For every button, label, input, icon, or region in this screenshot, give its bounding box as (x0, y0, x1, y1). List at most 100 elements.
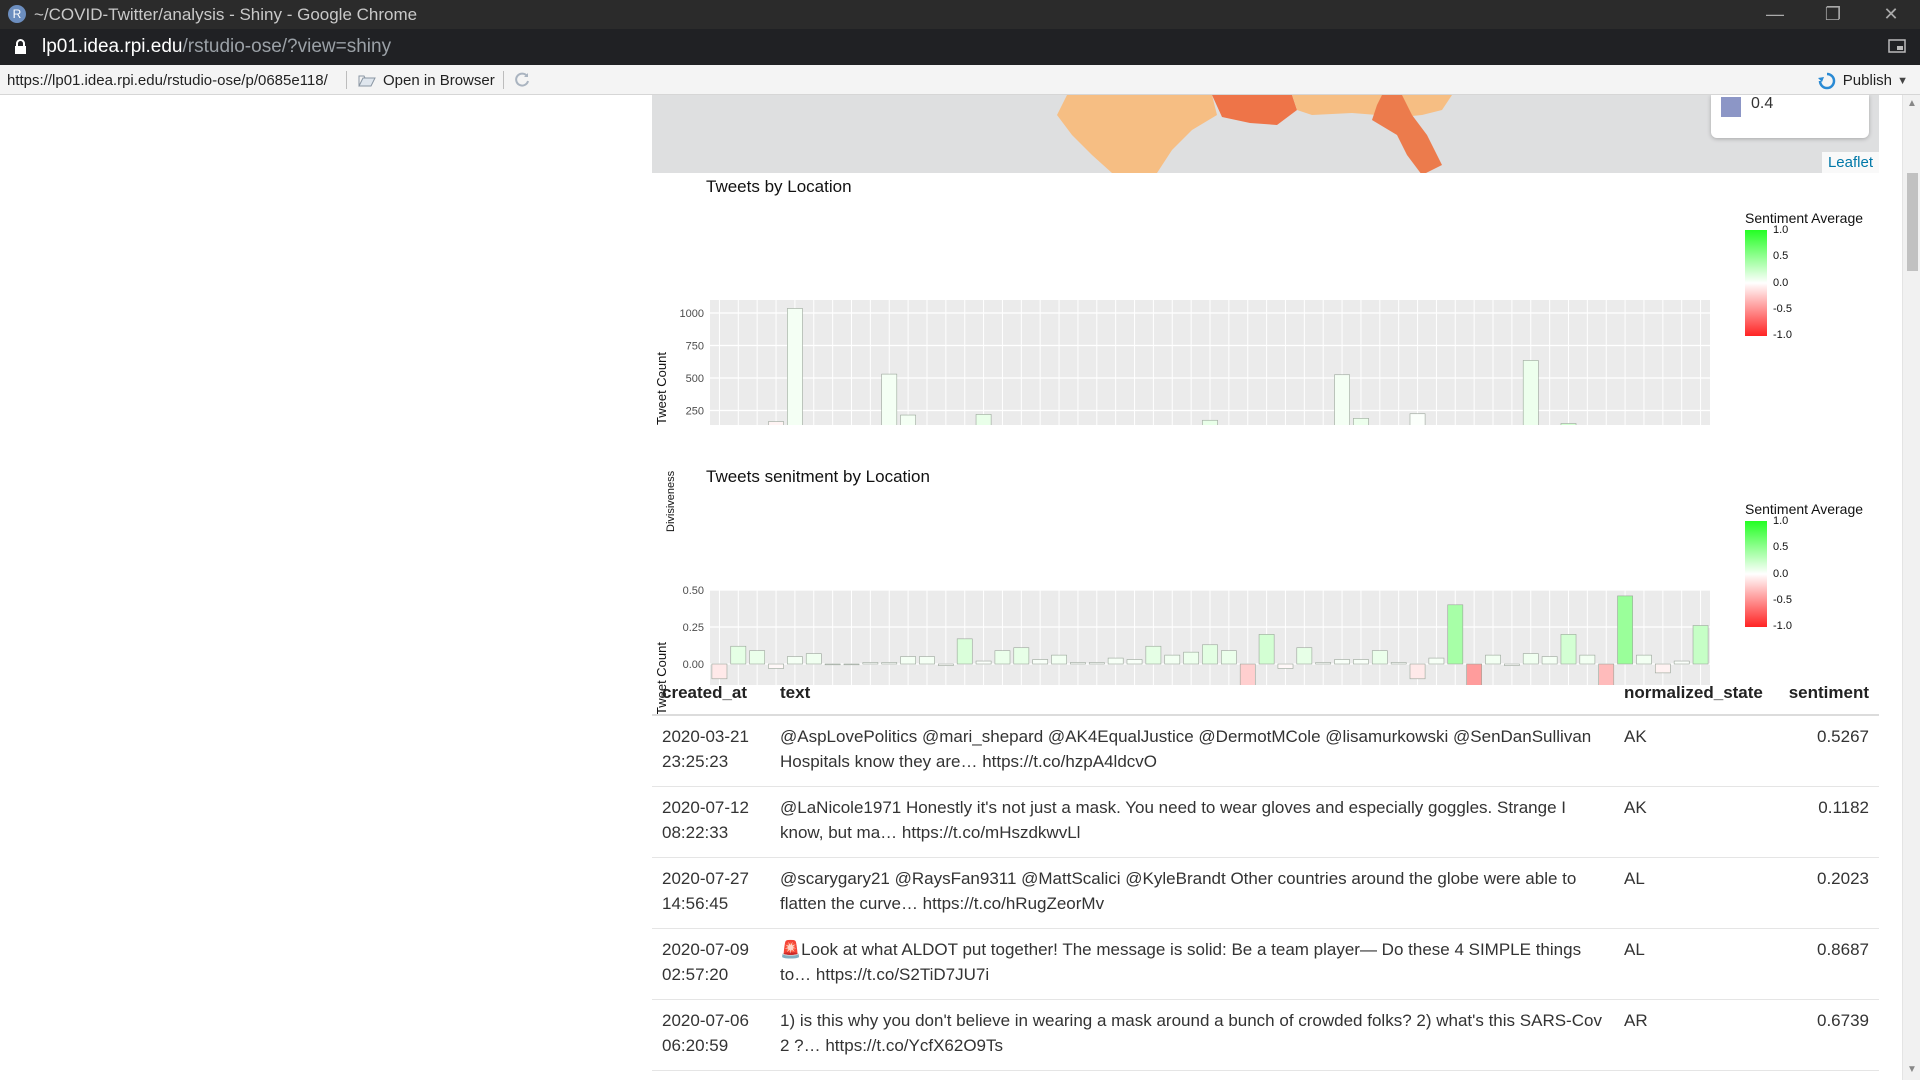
lock-icon (15, 39, 26, 54)
publish-icon (1817, 72, 1836, 90)
cell-time: 02:57:20 (662, 964, 729, 984)
bar-LA (1051, 654, 1067, 665)
rstudio-viewer-toolbar: https://lp01.idea.rpi.edu/rstudio-ose/p/… (0, 65, 1920, 95)
column-header-sentiment[interactable]: sentiment (1778, 670, 1879, 716)
address-bar[interactable]: lp01.idea.rpi.edu/rstudio-ose/?view=shin… (0, 29, 1920, 65)
rstudio-app-icon: R (8, 5, 26, 23)
url-host: lp01.idea.rpi.edu (42, 36, 183, 57)
bar-chart-divisiveness: 012AKALARAZCACOCTDCDEFLGAHIIAIDILINKSKYL… (680, 380, 1730, 480)
window-title: ~/COVID-Twitter/analysis - Shiny - Googl… (34, 5, 418, 24)
legend-tick: 1.0 (1773, 515, 1789, 527)
sentiment-legend-1: Sentiment Average 1.0 0.5 0.0 -0.5 -1.0 (1745, 210, 1875, 341)
bar-KY (1032, 659, 1049, 665)
bar-MS (1183, 651, 1199, 665)
cell-text: @AspLovePolitics @mari_shepard @AK4Equal… (770, 715, 1614, 787)
refresh-icon[interactable] (513, 71, 531, 89)
table-row: 2020-07-27 14:56:45 @scarygary21 @RaysFan… (652, 857, 1879, 929)
bar-WY (1692, 625, 1709, 665)
map-region-texas (1057, 95, 1217, 173)
chart-title-tweets-by-location: Tweets by Location (706, 177, 852, 196)
bar-DC (843, 663, 860, 666)
table-header-row: created_at text normalized_state sentime… (652, 670, 1879, 716)
bar-ME (1107, 657, 1124, 665)
bar-VA (1579, 654, 1596, 665)
cell-sentiment: 0.2023 (1778, 857, 1879, 929)
y-tick-label: 0.50 (683, 585, 704, 597)
browser-window: R ~/COVID-Twitter/analysis - Shiny - Goo… (0, 0, 1920, 1080)
bar-NV (1334, 659, 1350, 665)
bar-NY (1353, 659, 1369, 665)
cell-sentiment: 0.6739 (1778, 999, 1879, 1071)
page-scrollbar[interactable]: ▲ ▼ (1902, 95, 1920, 1080)
column-header-created-at[interactable]: created_at (652, 670, 770, 716)
cell-state: AR (1614, 999, 1778, 1071)
bar-AZ (768, 663, 784, 669)
bar-OH (1371, 650, 1388, 665)
bar-AL (730, 645, 747, 665)
bar-MT (1202, 644, 1218, 665)
leaflet-attribution-link[interactable]: Leaflet (1821, 152, 1879, 173)
bar-MI (1126, 659, 1143, 665)
legend-tick: 0.0 (1773, 277, 1789, 289)
publish-button[interactable]: Publish ▼ (1817, 70, 1910, 92)
cell-state: AK (1614, 715, 1778, 787)
legend-title: Sentiment Average (1745, 210, 1864, 226)
bar-AR (749, 650, 766, 665)
cast-icon[interactable] (1888, 39, 1906, 53)
map-legend-swatch (1721, 97, 1741, 117)
url-path: /rstudio-ose/?view=shiny (182, 36, 392, 57)
legend-tick: 1.0 (1773, 224, 1789, 236)
cell-state: AK (1614, 786, 1778, 858)
bar-WV (1673, 660, 1690, 665)
map-legend-value: 0.4 (1751, 95, 1774, 112)
map-legend: 0.4 (1711, 95, 1869, 138)
y-tick-label: 1000 (680, 308, 704, 320)
cell-text: 1) is this why you don't believe in wear… (770, 999, 1614, 1071)
toolbar-separator (346, 71, 347, 89)
legend-tick: -1.0 (1773, 620, 1792, 632)
toolbar-separator (503, 71, 504, 89)
legend-tick: -0.5 (1773, 594, 1792, 606)
legend-tick: -0.5 (1773, 303, 1792, 315)
scrollbar-thumb[interactable] (1907, 173, 1918, 271)
bar-SC (1485, 654, 1501, 665)
bar-CO (805, 653, 822, 665)
bar-TX (1541, 656, 1558, 665)
url-text[interactable]: lp01.idea.rpi.edu/rstudio-ose/?view=shin… (42, 36, 391, 58)
close-button[interactable]: ✕ (1871, 2, 1911, 26)
open-browser-icon (358, 75, 376, 87)
cell-created-at: 2020-07-27 14:56:45 (652, 857, 770, 929)
bar-MD (1088, 662, 1105, 665)
maximize-button[interactable]: ❐ (1813, 2, 1853, 26)
bar-HI (919, 656, 935, 665)
table-row: 2020-07-12 08:22:33 @LaNicole1971 Honestl… (652, 786, 1879, 858)
bar-NH (1277, 663, 1294, 669)
bar-NC (1221, 650, 1237, 665)
bar-IN (994, 650, 1011, 665)
bar-PR (1447, 604, 1464, 665)
tweets-data-table: created_at text normalized_state sentime… (652, 670, 1879, 1071)
legend-tick: 0.0 (1773, 568, 1789, 580)
cell-date: 2020-07-12 (662, 797, 749, 817)
open-in-browser-button[interactable]: Open in Browser (357, 70, 495, 92)
cell-text: 🚨Look at what ALDOT put together! The me… (770, 928, 1614, 1000)
open-in-browser-label: Open in Browser (383, 72, 495, 89)
cell-created-at: 2020-07-12 08:22:33 (652, 786, 770, 858)
column-header-normalized-state[interactable]: normalized_state (1614, 670, 1778, 716)
bar-DE (862, 662, 879, 665)
bar-MN (1145, 645, 1162, 665)
column-header-text[interactable]: text (770, 670, 1614, 716)
cell-date: 2020-07-09 (662, 939, 749, 959)
scroll-down-arrow[interactable]: ▼ (1906, 1065, 1918, 1075)
scroll-up-arrow[interactable]: ▲ (1906, 99, 1918, 109)
minimize-button[interactable]: — (1755, 2, 1795, 26)
bar-SD (1504, 663, 1520, 666)
chevron-down-icon[interactable]: ▼ (1897, 70, 1908, 92)
bar-VT (1617, 595, 1633, 665)
legend-tick: -1.0 (1773, 329, 1792, 341)
leaflet-map[interactable]: 0.4 Leaflet (652, 95, 1879, 173)
bar-NM (1315, 662, 1332, 665)
cell-date: 2020-07-27 (662, 868, 749, 888)
viewer-url-label: https://lp01.idea.rpi.edu/rstudio-ose/p/… (7, 72, 328, 89)
bar-OK (1390, 662, 1407, 665)
